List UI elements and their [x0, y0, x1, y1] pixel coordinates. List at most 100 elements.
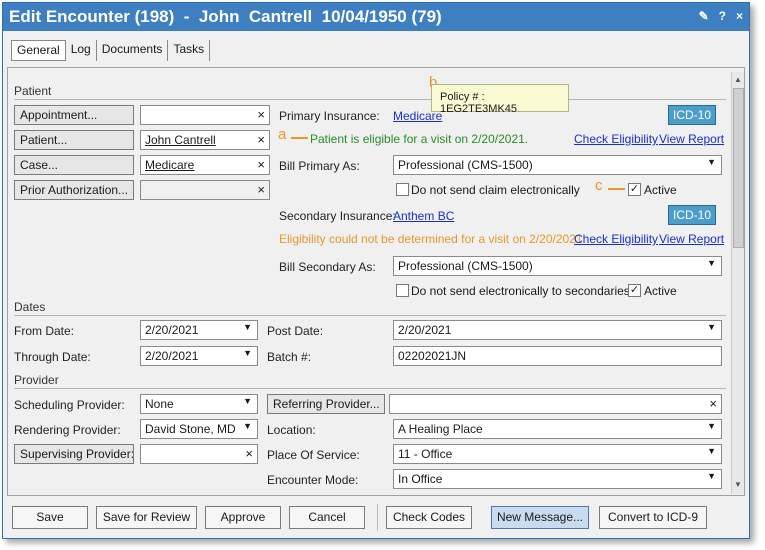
from-date-label: From Date:: [14, 324, 75, 338]
referring-provider-button[interactable]: Referring Provider...: [267, 394, 385, 414]
policy-tooltip: Policy # : 1EG2TE3MK45: [431, 84, 569, 115]
cancel-button[interactable]: Cancel: [289, 506, 365, 529]
secondary-insurance-label: Secondary Insurance:: [279, 209, 396, 223]
tab-log[interactable]: Log: [66, 40, 97, 61]
chevron-down-icon: ▼: [243, 396, 252, 406]
location-label: Location:: [267, 423, 316, 437]
rendering-provider-label: Rendering Provider:: [14, 423, 121, 437]
scroll-up-icon[interactable]: ▲: [734, 75, 742, 84]
check-eligibility-primary-link[interactable]: Check Eligibility: [574, 132, 658, 146]
primary-insurance-label: Primary Insurance:: [279, 109, 380, 123]
secondary-active-label: Active: [644, 284, 677, 298]
chevron-down-icon: ▼: [707, 421, 716, 431]
save-button[interactable]: Save: [12, 506, 88, 529]
tab-bar: General Log Documents Tasks: [11, 40, 211, 61]
check-eligibility-secondary-link[interactable]: Check Eligibility: [574, 232, 658, 246]
post-date-picker[interactable]: 2/20/2021 ▼: [393, 320, 722, 340]
patient-button[interactable]: Patient...: [14, 130, 134, 150]
vertical-scrollbar[interactable]: ▲ ▼: [731, 72, 744, 494]
bill-secondary-label: Bill Secondary As:: [279, 260, 376, 274]
edit-icon[interactable]: ✎: [699, 9, 709, 23]
secondary-insurance-link[interactable]: Anthem BC: [393, 209, 454, 223]
from-date-value: 2/20/2021: [145, 323, 199, 337]
patient-field[interactable]: John Cantrell ×: [140, 130, 270, 150]
chevron-down-icon: ▼: [243, 322, 252, 332]
annotation-c: c: [595, 177, 603, 194]
tab-tasks[interactable]: Tasks: [168, 40, 211, 61]
tab-general[interactable]: General: [11, 40, 66, 61]
place-of-service-value: 11 - Office: [398, 447, 453, 461]
through-date-label: Through Date:: [14, 350, 91, 364]
annotation-c-line: [608, 188, 625, 190]
divider: [14, 315, 726, 316]
primary-icd-badge[interactable]: ICD-10: [668, 105, 716, 125]
section-patient-heading: Patient: [14, 84, 52, 98]
encounter-mode-select[interactable]: In Office ▼: [393, 469, 722, 489]
tab-documents[interactable]: Documents: [97, 40, 169, 61]
view-report-secondary-link[interactable]: View Report: [659, 232, 724, 246]
clear-icon[interactable]: ×: [257, 157, 265, 172]
clear-icon[interactable]: ×: [257, 182, 265, 197]
appointment-field[interactable]: ×: [140, 105, 270, 125]
referring-provider-field[interactable]: ×: [389, 394, 722, 414]
close-icon[interactable]: ×: [736, 9, 743, 23]
case-value[interactable]: Medicare: [145, 158, 194, 172]
supervising-provider-button[interactable]: Supervising Provider:: [14, 444, 134, 464]
appointment-button[interactable]: Appointment...: [14, 105, 134, 125]
secondary-active-checkbox[interactable]: ✓: [628, 284, 641, 297]
chevron-down-icon: ▼: [707, 157, 716, 167]
scheduling-provider-value: None: [145, 397, 174, 411]
help-icon[interactable]: ?: [719, 9, 726, 23]
prior-authorization-button[interactable]: Prior Authorization...: [14, 180, 134, 200]
location-select[interactable]: A Healing Place ▼: [393, 419, 722, 439]
prior-authorization-field[interactable]: ×: [140, 180, 270, 200]
edit-encounter-window: Edit Encounter (198) - John Cantrell 10/…: [2, 2, 750, 539]
new-message-button[interactable]: New Message...: [491, 506, 589, 529]
batch-value: 02202021JN: [398, 349, 467, 363]
place-of-service-label: Place Of Service:: [267, 448, 360, 462]
chevron-down-icon: ▼: [707, 471, 716, 481]
chevron-down-icon: ▼: [707, 446, 716, 456]
no-send-primary-label: Do not send claim electronically: [411, 183, 580, 197]
scrollbar-thumb[interactable]: [733, 88, 744, 248]
primary-eligibility-message: Patient is eligible for a visit on 2/20/…: [310, 132, 529, 146]
bill-primary-value: Professional (CMS-1500): [398, 158, 533, 172]
location-value: A Healing Place: [398, 422, 483, 436]
supervising-provider-field[interactable]: ×: [140, 444, 258, 464]
encounter-mode-value: In Office: [398, 472, 443, 486]
case-button[interactable]: Case...: [14, 155, 134, 175]
scroll-down-icon[interactable]: ▼: [734, 480, 742, 489]
clear-icon[interactable]: ×: [245, 446, 253, 461]
place-of-service-select[interactable]: 11 - Office ▼: [393, 444, 722, 464]
clear-icon[interactable]: ×: [257, 132, 265, 147]
secondary-icd-badge[interactable]: ICD-10: [668, 205, 716, 225]
approve-button[interactable]: Approve: [205, 506, 281, 529]
footer-separator: [377, 504, 378, 531]
case-field[interactable]: Medicare ×: [140, 155, 270, 175]
clear-icon[interactable]: ×: [709, 396, 717, 411]
scheduling-provider-select[interactable]: None ▼: [140, 394, 258, 414]
check-codes-button[interactable]: Check Codes: [386, 506, 472, 529]
clear-icon[interactable]: ×: [257, 107, 265, 122]
convert-to-icd9-button[interactable]: Convert to ICD-9: [599, 506, 707, 529]
save-for-review-button[interactable]: Save for Review: [96, 506, 197, 529]
through-date-value: 2/20/2021: [145, 349, 199, 363]
patient-value[interactable]: John Cantrell: [145, 133, 216, 147]
bill-secondary-select[interactable]: Professional (CMS-1500) ▼: [393, 256, 722, 276]
annotation-a-line: [291, 137, 308, 139]
chevron-down-icon: ▼: [243, 421, 252, 431]
view-report-primary-link[interactable]: View Report: [659, 132, 724, 146]
from-date-picker[interactable]: 2/20/2021 ▼: [140, 320, 258, 340]
no-send-secondary-label: Do not send electronically to secondarie…: [411, 284, 630, 298]
batch-field[interactable]: 02202021JN: [393, 346, 722, 366]
divider: [14, 99, 726, 100]
no-send-primary-checkbox[interactable]: [396, 183, 409, 196]
no-send-secondary-checkbox[interactable]: [396, 284, 409, 297]
bill-primary-select[interactable]: Professional (CMS-1500) ▼: [393, 155, 722, 175]
encounter-mode-label: Encounter Mode:: [267, 473, 359, 487]
through-date-picker[interactable]: 2/20/2021 ▼: [140, 346, 258, 366]
rendering-provider-select[interactable]: David Stone, MD ▼: [140, 419, 258, 439]
primary-active-checkbox[interactable]: ✓: [628, 183, 641, 196]
post-date-label: Post Date:: [267, 324, 324, 338]
primary-active-label: Active: [644, 183, 677, 197]
